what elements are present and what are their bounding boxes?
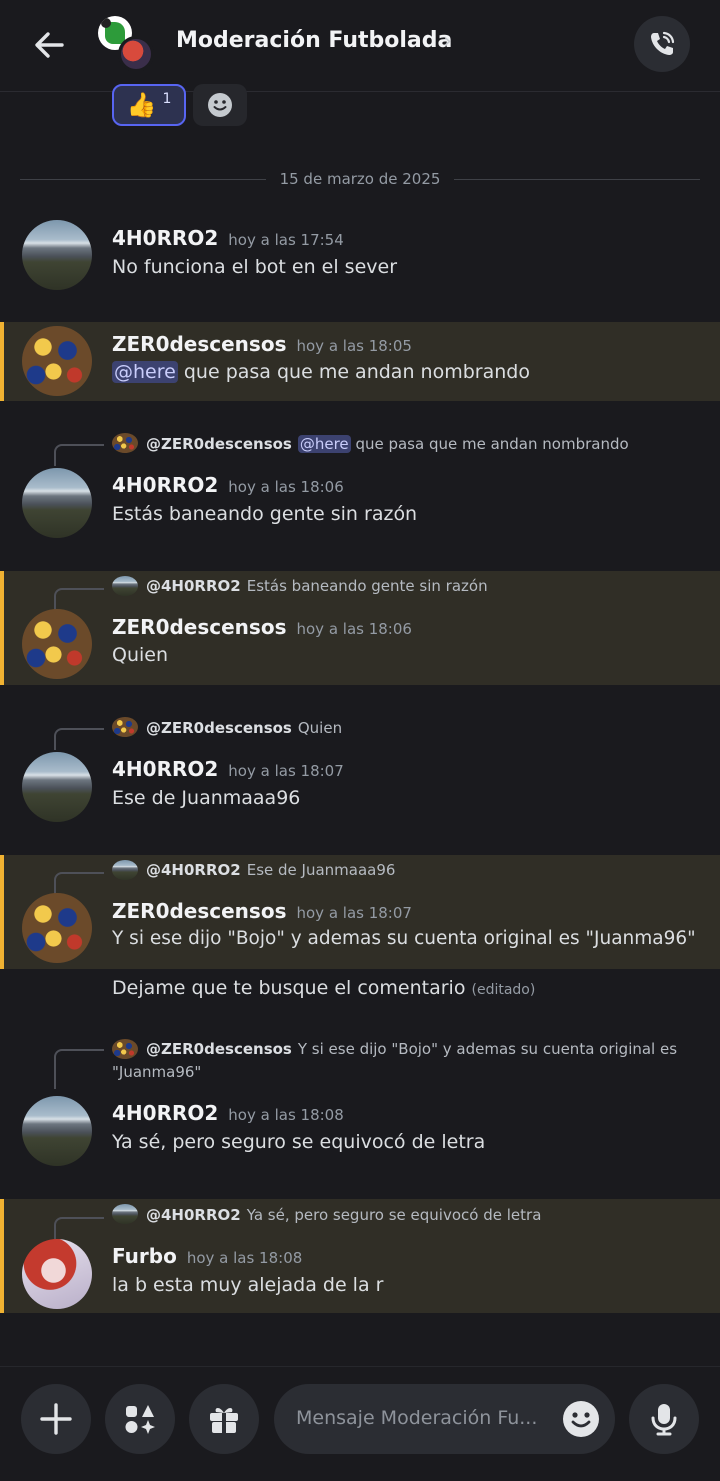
voice-message-button[interactable]	[629, 1384, 699, 1454]
message-input-placeholder: Mensaje Moderación Fu...	[296, 1407, 538, 1429]
message-highlighted[interactable]: ZER0descensos hoy a las 18:05 @here que p…	[0, 322, 720, 401]
message-text: Quien	[112, 644, 169, 666]
reaction-count: 1	[162, 91, 172, 107]
group-avatar[interactable]	[98, 16, 158, 76]
plus-icon	[40, 1403, 72, 1435]
reply-avatar	[112, 860, 138, 880]
avatar[interactable]	[22, 609, 92, 679]
avatar[interactable]	[22, 1239, 92, 1309]
message-reply[interactable]: @ZER0descensos Y si ese dijo "Bojo" y ade…	[0, 1026, 720, 1176]
group-avatar-member-2	[118, 36, 154, 72]
message-text: @here que pasa que me andan nombrando	[112, 361, 530, 383]
message-author[interactable]: 4H0RRO2 hoy a las 17:54	[112, 226, 344, 250]
avatar[interactable]	[22, 326, 92, 396]
reply-preview[interactable]: @4H0RRO2 Ese de Juanmaaa96	[146, 861, 395, 879]
reply-preview[interactable]: @4H0RRO2 Ya sé, pero seguro se equivocó d…	[146, 1206, 541, 1224]
message-author[interactable]: ZER0descensos hoy a las 18:05	[112, 332, 412, 356]
reply-connector	[54, 1049, 104, 1089]
reply-connector	[54, 728, 104, 750]
message-text: Dejame que te busque el comentario (edit…	[112, 977, 536, 999]
message-timestamp: hoy a las 18:08	[228, 1106, 344, 1124]
reply-avatar	[112, 1204, 138, 1224]
message-reply[interactable]: @ZER0descensos Quien 4H0RRO2 hoy a las 18:…	[0, 705, 720, 840]
channel-header: Moderación Futbolada ›	[0, 0, 720, 92]
date-divider: 15 de marzo de 2025	[20, 168, 701, 190]
message-highlighted[interactable]: @4H0RRO2 Ya sé, pero seguro se equivocó d…	[0, 1199, 720, 1313]
add-reaction-icon	[208, 93, 232, 117]
reply-connector	[54, 1217, 104, 1239]
reply-connector	[54, 588, 104, 610]
message-text: Estás baneando gente sin razón	[112, 503, 418, 525]
message-input[interactable]: Mensaje Moderación Fu...	[274, 1384, 615, 1454]
divider-line	[454, 178, 701, 180]
message[interactable]: 4H0RRO2 hoy a las 17:54 No funciona el bo…	[0, 210, 720, 310]
back-arrow-icon	[35, 32, 64, 58]
emoji-icon[interactable]	[561, 1399, 601, 1439]
message-timestamp: hoy a las 18:07	[296, 904, 412, 922]
message-timestamp: hoy a las 18:05	[296, 337, 412, 355]
apps-button[interactable]	[105, 1384, 175, 1454]
message-highlighted[interactable]: @4H0RRO2 Estás baneando gente sin razón Z…	[0, 571, 720, 685]
microphone-icon	[651, 1404, 677, 1436]
message-timestamp: hoy a las 17:54	[228, 231, 344, 249]
message-timestamp: hoy a las 18:08	[186, 1249, 303, 1267]
reaction-thumbs-up[interactable]: 👍 1	[112, 84, 186, 126]
channel-title[interactable]: Moderación Futbolada	[176, 28, 452, 53]
thumbs-up-emoji: 👍	[126, 91, 157, 119]
reply-preview[interactable]: @4H0RRO2 Estás baneando gente sin razón	[146, 577, 488, 595]
message-timestamp: hoy a las 18:06	[296, 620, 412, 638]
reply-connector	[54, 872, 104, 894]
message-timestamp: hoy a las 18:06	[228, 478, 344, 496]
gift-icon	[210, 1408, 238, 1433]
voice-call-button[interactable]	[634, 16, 690, 72]
message-author[interactable]: ZER0descensos hoy a las 18:07	[112, 899, 412, 923]
reply-avatar	[112, 717, 138, 737]
message-author[interactable]: 4H0RRO2 hoy a las 18:06	[112, 473, 344, 497]
reply-preview[interactable]: @ZER0descensos Y si ese dijo "Bojo" y ade…	[112, 1038, 692, 1084]
avatar[interactable]	[22, 752, 92, 822]
message-timestamp: hoy a las 18:07	[228, 762, 344, 780]
avatar[interactable]	[22, 1096, 92, 1166]
message-author[interactable]: Furbo hoy a las 18:08	[112, 1244, 302, 1268]
gift-button[interactable]	[189, 1384, 259, 1454]
message-text: Ya sé, pero seguro se equivocó de letra	[112, 1131, 486, 1153]
message-reply[interactable]: @ZER0descensos @here que pasa que me anda…	[0, 420, 720, 555]
message-followup[interactable]: Dejame que te busque el comentario (edit…	[0, 972, 720, 1012]
avatar[interactable]	[22, 893, 92, 963]
reply-preview[interactable]: @ZER0descensos Quien	[146, 719, 342, 737]
date-divider-text: 15 de marzo de 2025	[279, 170, 441, 188]
edited-label: (editado)	[471, 982, 536, 998]
mention-here[interactable]: @here	[112, 361, 178, 383]
message-text: No funciona el bot en el sever	[112, 256, 398, 278]
message-author[interactable]: 4H0RRO2 hoy a las 18:07	[112, 757, 344, 781]
message-author[interactable]: ZER0descensos hoy a las 18:06	[112, 615, 412, 639]
reply-connector	[54, 444, 104, 466]
message-author[interactable]: 4H0RRO2 hoy a las 18:08	[112, 1101, 344, 1125]
add-reaction-button[interactable]	[193, 84, 247, 126]
back-button[interactable]	[26, 22, 72, 68]
divider-line	[20, 178, 266, 180]
message-text: Y si ese dijo "Bojo" y ademas su cuenta …	[112, 928, 696, 949]
message-text: la b esta muy alejada de la r	[112, 1274, 384, 1296]
message-text: Ese de Juanmaaa96	[112, 787, 301, 809]
attach-button[interactable]	[21, 1384, 91, 1454]
apps-icon	[125, 1405, 155, 1434]
reply-avatar	[112, 433, 138, 453]
avatar[interactable]	[22, 468, 92, 538]
avatar[interactable]	[22, 220, 92, 290]
reply-avatar	[112, 576, 138, 596]
message-highlighted[interactable]: @4H0RRO2 Ese de Juanmaaa96 ZER0descensos h…	[0, 855, 720, 969]
reply-preview[interactable]: @ZER0descensos @here que pasa que me anda…	[146, 435, 629, 453]
phone-call-icon	[651, 31, 675, 55]
chevron-right-icon[interactable]: ›	[443, 29, 452, 54]
